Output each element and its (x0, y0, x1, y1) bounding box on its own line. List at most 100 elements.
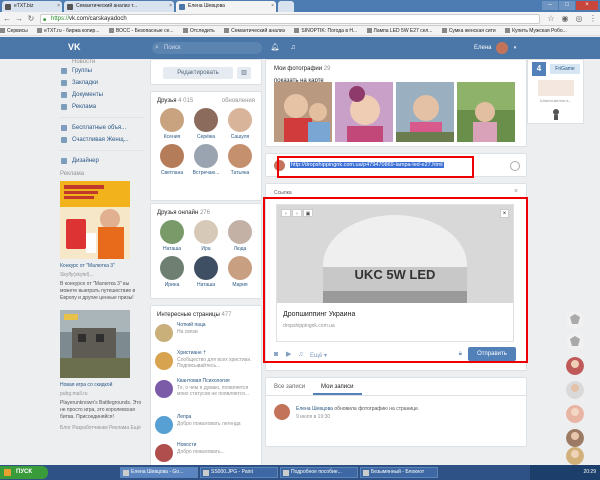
taskbar-item[interactable]: SS000.JPG - Paint (200, 467, 278, 478)
edit-profile-button[interactable]: Редактировать (163, 67, 233, 79)
camera-icon[interactable]: ◙ (274, 351, 282, 359)
tab-close-icon[interactable]: × (57, 1, 60, 12)
game-widget[interactable]: 4 FriGame Шпили-вилли в... (527, 59, 584, 124)
search-input[interactable]: Поиск (152, 42, 262, 54)
taskbar-item[interactable]: Елена Шевцова - Go... (120, 467, 198, 478)
menu-item-documents[interactable]: Документы (60, 89, 144, 101)
link-preview[interactable]: UKC 5W LED ‹ › ▣ × Дропшиппинг Украина d… (276, 204, 514, 342)
online-friends-heading[interactable]: Друзья онлайн 276 (151, 204, 261, 216)
back-icon[interactable]: ← (2, 14, 12, 24)
chat-avatar[interactable] (566, 357, 584, 375)
bookmark[interactable]: Сервисы (0, 28, 28, 34)
vk-logo[interactable]: VK (68, 42, 86, 54)
friends-updates-link[interactable]: обновления (222, 98, 255, 104)
music-icon[interactable]: ♫ (298, 351, 306, 359)
menu-item-app[interactable]: Счастливая Женщ... (60, 134, 144, 146)
friend-item[interactable]: Серёжа (189, 108, 223, 140)
send-post-button[interactable]: Отправить (468, 347, 516, 361)
forward-icon[interactable]: → (14, 14, 24, 24)
camera-icon[interactable]: ▣ (303, 209, 313, 217)
bookmark[interactable]: SINOPTIK: Погода в Н... (294, 28, 357, 34)
tab-all-posts[interactable]: Все записи (266, 378, 313, 395)
avatar[interactable] (274, 404, 290, 420)
clock[interactable]: 20:29 (583, 469, 596, 475)
pages-heading[interactable]: Интересные страницы 477 (151, 306, 261, 318)
menu-item-groups[interactable]: Группы (60, 65, 144, 77)
tab-close-icon[interactable]: × (169, 1, 172, 12)
friend-item[interactable]: Наташа (189, 256, 223, 288)
browser-tab-active[interactable]: Елена Шевцова × (176, 1, 276, 12)
photo-thumbnail[interactable] (457, 82, 515, 142)
bookmark[interactable]: Купить Мужская Робо... (505, 28, 567, 34)
ad-block[interactable]: Конкурс от "Малютка 3" Skyfly(skytel)...… (60, 179, 144, 302)
bookmark[interactable]: ВОСС - Безопасные се... (108, 28, 174, 34)
post-author[interactable]: Елена Шевцова обновила фотографию на стр… (296, 406, 419, 412)
post-time[interactable]: 9 июля в 19:30 (296, 414, 330, 420)
close-icon[interactable]: × (514, 188, 518, 195)
emoji-icon[interactable] (510, 161, 520, 171)
page-item[interactable]: Новости Добро пожаловать... (151, 442, 261, 465)
avatar[interactable] (496, 42, 508, 54)
bookmark[interactable]: Отследить (182, 28, 215, 34)
start-button[interactable]: ПУСК (0, 466, 48, 479)
tab-my-posts[interactable]: Мои записи (313, 378, 362, 395)
menu-item-ads[interactable]: Реклама (60, 101, 144, 113)
header-user-name[interactable]: Елена (474, 43, 492, 53)
ad-block[interactable]: Новая игра со скидкой pubg.mail.ru Playe… (60, 308, 144, 421)
next-arrow-icon[interactable]: › (292, 209, 302, 217)
photo-thumbnail[interactable] (396, 82, 454, 142)
reload-icon[interactable]: ↻ (26, 14, 36, 24)
menu-item-designer[interactable]: Дизайнер (60, 155, 144, 167)
extension-icon[interactable]: ◎ (574, 14, 584, 24)
friend-item[interactable]: Ксения (155, 108, 189, 140)
music-icon[interactable]: ♫ (288, 43, 298, 53)
menu-item-bookmarks[interactable]: Закладки (60, 77, 144, 89)
prev-arrow-icon[interactable]: ‹ (281, 209, 291, 217)
url-input[interactable]: ■ https://vk.com/carskayadoch (40, 14, 540, 24)
browser-tab[interactable]: eTXT.biz × (2, 1, 62, 12)
chat-avatar[interactable] (566, 447, 584, 465)
notifications-icon[interactable]: 🔔︎ (270, 43, 280, 53)
chevron-down-icon[interactable]: ▾ (510, 43, 520, 53)
tab-close-icon[interactable]: × (271, 1, 274, 12)
minimize-icon[interactable]: – (542, 1, 558, 10)
friend-item[interactable]: Сашуля (223, 108, 257, 140)
friend-item[interactable]: Встречаю... (189, 144, 223, 176)
sticker-icon[interactable] (566, 333, 584, 351)
friend-item[interactable]: Ира (189, 220, 223, 252)
photo-thumbnail[interactable] (274, 82, 332, 142)
bookmark[interactable]: Сумка женская сити (441, 28, 496, 34)
menu-item-app[interactable]: Бесплатные объя... (60, 122, 144, 134)
stats-icon[interactable]: ▥ (237, 67, 251, 79)
post-input-text[interactable]: http://dropshippingnk.com.ua/p479470869-… (290, 162, 444, 168)
friend-item[interactable]: Светлана (155, 144, 189, 176)
chat-avatar[interactable] (566, 381, 584, 399)
bookmark[interactable]: eTXT.ru - биржа копир... (37, 28, 99, 34)
video-icon[interactable]: ▶ (286, 351, 294, 359)
friend-item[interactable]: Ирина (155, 256, 189, 288)
chat-avatar[interactable] (566, 405, 584, 423)
maximize-icon[interactable]: □ (559, 1, 575, 10)
friend-item[interactable]: Мария (223, 256, 257, 288)
new-tab-button[interactable] (278, 1, 294, 12)
friend-item[interactable]: Татьяна (223, 144, 257, 176)
friend-item[interactable]: Наташа (155, 220, 189, 252)
page-item[interactable]: Чоткий паца На связи (151, 322, 261, 350)
page-item[interactable]: Лепра Добро пожаловать легенда (151, 414, 261, 442)
footer-links[interactable]: Блог Разработчикам Реклама Ещё (60, 425, 144, 432)
extension-icon[interactable]: ◉ (560, 14, 570, 24)
menu-icon[interactable]: ⋮ (588, 14, 598, 24)
taskbar-item[interactable]: Безымянный - Блокнот (360, 467, 438, 478)
bookmark[interactable]: Семантический анализ (224, 28, 285, 34)
photo-thumbnail[interactable] (335, 82, 393, 142)
more-attachments-button[interactable]: Ещё ▾ (310, 352, 327, 359)
bookmark-star-icon[interactable]: ☆ (546, 14, 556, 24)
taskbar-item[interactable]: Подробное пособие... (280, 467, 358, 478)
chat-avatar[interactable] (566, 429, 584, 447)
privacy-lock-icon[interactable]: 🔒︎ (459, 351, 462, 358)
friend-item[interactable]: Люда (223, 220, 257, 252)
friends-heading[interactable]: Друзья 4 015 обновления (151, 92, 261, 104)
page-item[interactable]: Квантовая Психология То, о чем я думаю, п… (151, 378, 261, 414)
bookmark[interactable]: Лампа LED 5W E27 сел... (366, 28, 432, 34)
page-item[interactable]: Христиане † Сообщество для всех христиан.… (151, 350, 261, 378)
